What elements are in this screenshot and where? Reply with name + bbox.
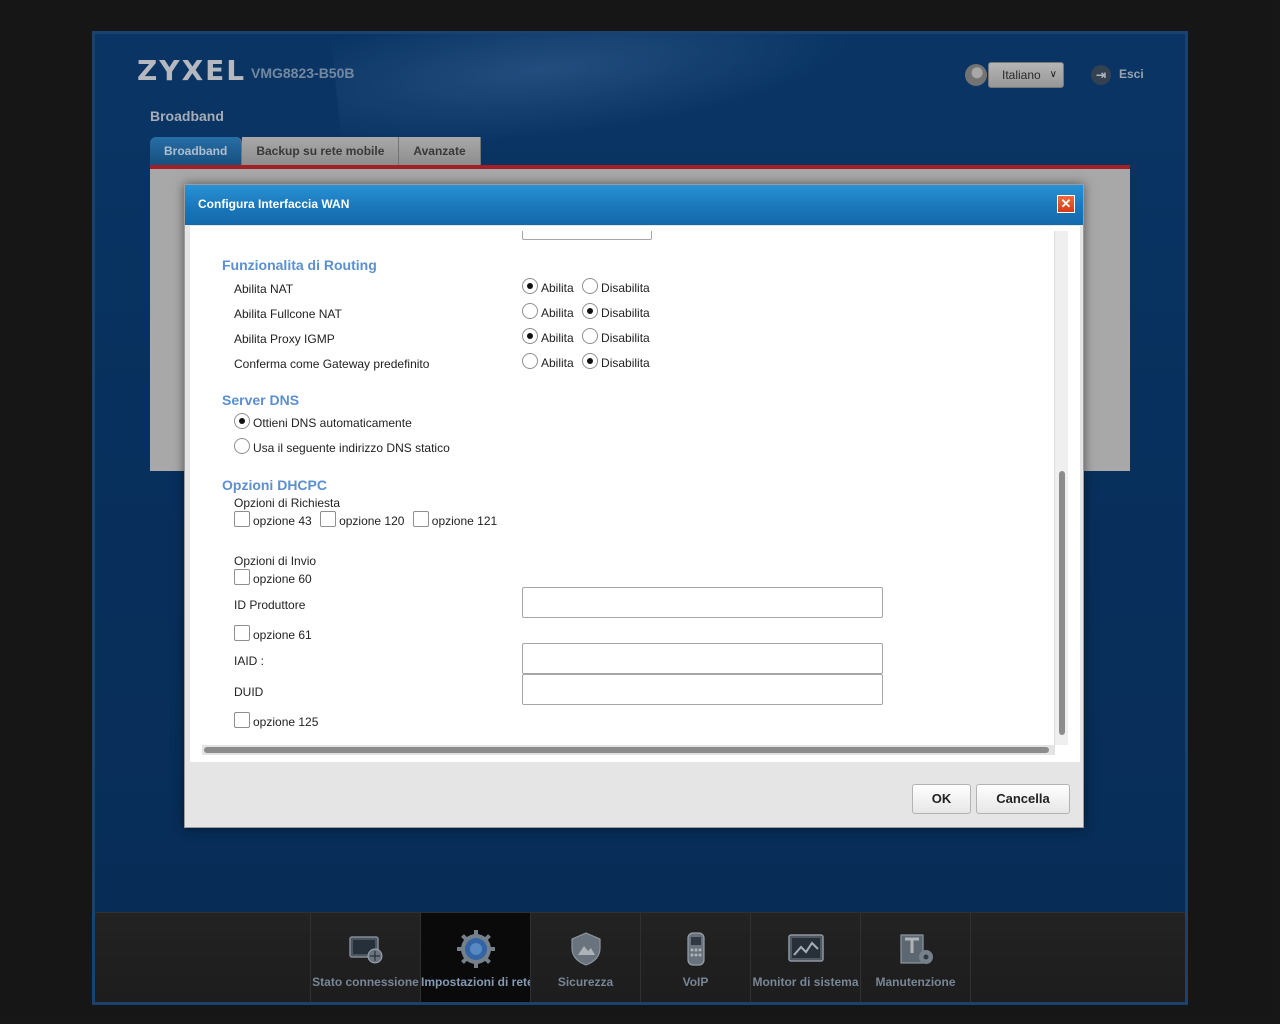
dialog-title: Configura Interfaccia WAN [198,197,350,211]
nat-options: Abilita Disabilita [522,278,655,295]
vertical-scrollbar[interactable] [1054,231,1068,745]
igmp-enable-radio[interactable] [522,328,538,344]
request-options-title: Opzioni di Richiesta [234,496,341,510]
option-43-checkbox[interactable] [234,511,250,527]
fullcone-nat-options: Abilita Disabilita [522,303,655,320]
section-dns-title: Server DNS [222,392,300,408]
default-gateway-options: Abilita Disabilita [522,353,655,370]
cancel-button[interactable]: Cancella [976,784,1070,814]
option-61-checkbox[interactable] [234,625,250,641]
option-125-checkbox[interactable] [234,712,250,728]
iaid-input[interactable] [522,643,883,674]
option-60-label: opzione 60 [253,572,312,586]
gateway-enable-radio[interactable] [522,353,538,369]
nat-enable-label: Abilita [541,281,574,295]
igmp-proxy-options: Abilita Disabilita [522,328,655,345]
nat-disable-radio[interactable] [582,278,599,294]
option-61-label: opzione 61 [253,628,312,642]
option-120-label: opzione 120 [339,514,405,528]
dialog-header: Configura Interfaccia WAN ✕ [185,185,1083,225]
nat-disable-label: Disabilita [601,281,650,295]
fullcone-disable-label: Disabilita [601,306,650,320]
option-121-checkbox[interactable] [412,511,429,527]
option-121-label: opzione 121 [431,514,498,528]
dialog-scroll-area: Funzionalita di Routing Abilita NAT Abil… [202,231,1057,746]
section-routing-title: Funzionalita di Routing [222,257,377,273]
dns-auto-label: Ottieni DNS automaticamente [253,416,412,430]
vendor-id-label: ID Produttore [234,598,306,612]
send-options-title: Opzioni di Invio [234,554,317,568]
fullcone-nat-label: Abilita Fullcone NAT [234,307,342,321]
dns-static-option: Usa il seguente indirizzo DNS statico [234,438,455,455]
option-125-row: opzione 125 [234,712,323,729]
igmp-disable-label: Disabilita [601,331,650,345]
igmp-enable-label: Abilita [541,331,574,345]
vertical-scrollbar-thumb[interactable] [1059,471,1065,735]
option-125-label: opzione 125 [253,715,319,729]
gateway-enable-label: Abilita [541,356,574,370]
gateway-disable-label: Disabilita [601,356,650,370]
nat-enable-radio[interactable] [522,278,538,294]
duid-input[interactable] [522,674,883,705]
gateway-disable-radio[interactable] [582,353,599,369]
option-61-row: opzione 61 [234,625,317,642]
horizontal-scrollbar-thumb[interactable] [204,747,1049,753]
fullcone-enable-radio[interactable] [522,303,538,319]
ok-button[interactable]: OK [912,784,971,814]
cut-off-field[interactable] [522,231,652,240]
nat-label: Abilita NAT [234,282,294,296]
dialog-body: Funzionalita di Routing Abilita NAT Abil… [190,226,1080,762]
igmp-disable-radio[interactable] [582,328,599,344]
default-gateway-label: Conferma come Gateway predefinito [234,357,430,371]
igmp-proxy-label: Abilita Proxy IGMP [234,332,335,346]
dns-auto-radio[interactable] [234,413,250,429]
option-60-row: opzione 60 [234,569,317,586]
request-options: opzione 43 opzione 120 opzione 121 [234,511,502,528]
option-43-label: opzione 43 [253,514,312,528]
fullcone-enable-label: Abilita [541,306,574,320]
dns-auto-option: Ottieni DNS automaticamente [234,413,417,430]
close-icon[interactable]: ✕ [1057,195,1075,213]
configure-wan-dialog: Configura Interfaccia WAN ✕ Funzionalita… [184,184,1084,828]
option-60-checkbox[interactable] [234,569,250,585]
horizontal-scrollbar[interactable] [202,745,1055,755]
iaid-label: IAID : [234,654,265,668]
dns-static-radio[interactable] [234,438,250,454]
vendor-id-input[interactable] [522,587,883,618]
duid-label: DUID [234,685,264,699]
option-120-checkbox[interactable] [320,511,337,527]
section-dhcpc-title: Opzioni DHCPC [222,477,327,493]
dns-static-label: Usa il seguente indirizzo DNS statico [253,441,450,455]
fullcone-disable-radio[interactable] [582,303,599,319]
